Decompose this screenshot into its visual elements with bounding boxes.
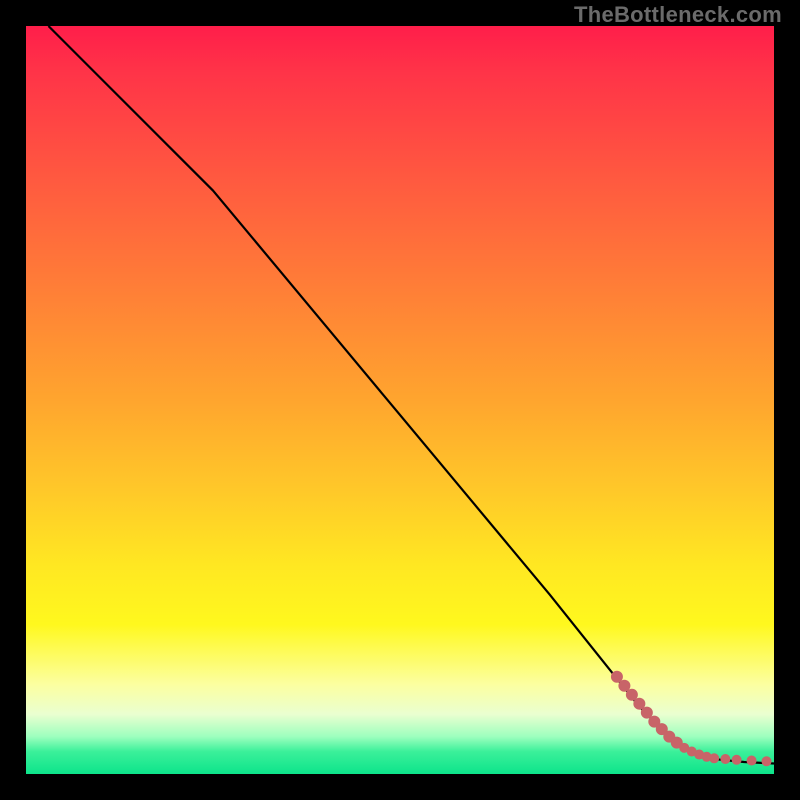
chart-container: TheBottleneck.com xyxy=(0,0,800,800)
watermark-text: TheBottleneck.com xyxy=(574,2,782,28)
plot-gradient-background xyxy=(26,26,774,774)
